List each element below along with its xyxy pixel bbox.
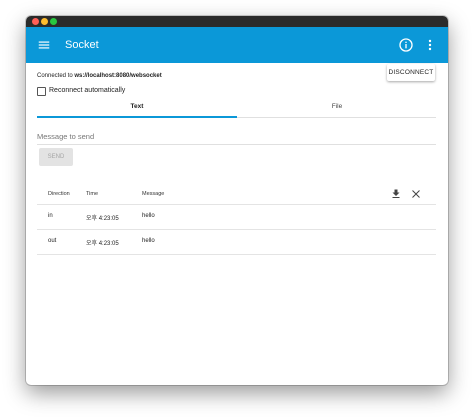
table-row[interactable]: out 오후 4:23:05 hello xyxy=(37,230,436,255)
message-log-table: Direction Time Message in 오후 4:23:05 hel… xyxy=(37,186,436,255)
row-time: 오후 4:23:05 xyxy=(86,216,119,222)
download-icon[interactable] xyxy=(390,188,402,200)
connection-status: Connected to ws://localhost:8080/websock… xyxy=(37,71,162,81)
info-icon[interactable] xyxy=(398,37,414,53)
app-window: Socket Connected to ws://localhost:8080/… xyxy=(26,16,448,385)
column-header-direction: Direction xyxy=(48,191,70,197)
row-message: hello xyxy=(142,213,155,219)
more-vert-icon[interactable] xyxy=(422,37,438,53)
reconnect-checkbox[interactable] xyxy=(37,87,46,96)
table-row[interactable]: in 오후 4:23:05 hello xyxy=(37,205,436,230)
row-time: 오후 4:23:05 xyxy=(86,241,119,247)
minimize-window-button[interactable] xyxy=(41,18,48,25)
connection-url: ws://localhost:8080/websocket xyxy=(74,73,162,79)
active-tab-indicator xyxy=(37,116,237,118)
message-input[interactable] xyxy=(37,129,436,145)
column-header-message: Message xyxy=(142,191,165,197)
menu-icon[interactable] xyxy=(37,38,51,52)
tab-text[interactable]: Text xyxy=(37,101,237,117)
row-direction: out xyxy=(48,238,57,244)
disconnect-button[interactable]: DISCONNECT xyxy=(387,64,435,81)
app-bar: Socket xyxy=(26,27,448,63)
tab-file[interactable]: File xyxy=(237,101,437,117)
zoom-window-button[interactable] xyxy=(50,18,57,25)
close-icon[interactable] xyxy=(410,188,422,200)
row-direction: in xyxy=(48,213,53,219)
table-header: Direction Time Message xyxy=(37,186,436,205)
close-window-button[interactable] xyxy=(32,18,39,25)
reconnect-label[interactable]: Reconnect automatically xyxy=(49,86,125,96)
app-title: Socket xyxy=(65,39,99,51)
row-message: hello xyxy=(142,238,155,244)
window-titlebar[interactable] xyxy=(26,16,448,27)
connection-prefix: Connected to xyxy=(37,73,75,79)
send-button[interactable]: SEND xyxy=(39,148,73,166)
column-header-time: Time xyxy=(86,191,99,197)
